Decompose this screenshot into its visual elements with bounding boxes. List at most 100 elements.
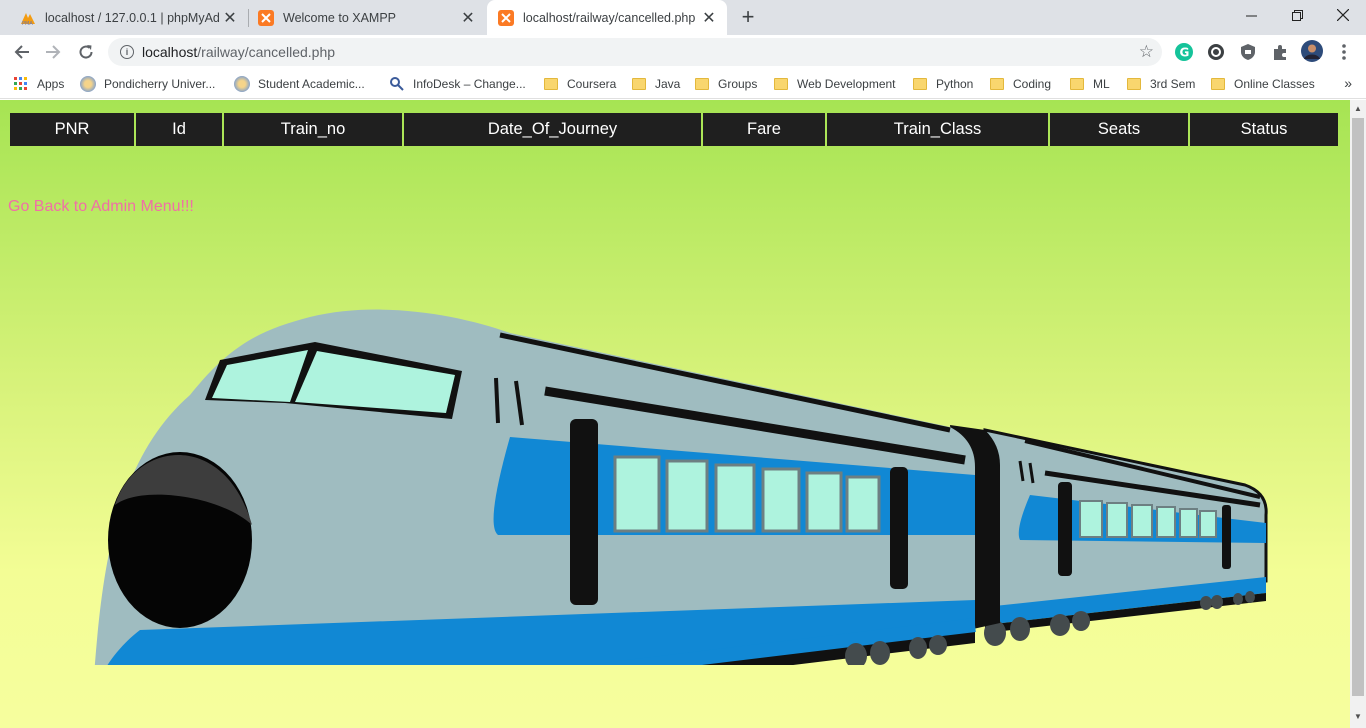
arrow-left-icon [14,45,29,59]
forward-button[interactable] [40,39,66,65]
bookmark-student-academic[interactable]: Student Academic... [234,75,365,93]
front-car [94,309,976,665]
university-icon [234,76,250,92]
reload-button[interactable] [73,39,99,65]
column-header-fare: Fare [703,113,825,146]
bookmark-label: Groups [718,77,758,91]
reload-icon [79,45,93,59]
folder-icon [632,78,646,90]
bookmark-coding[interactable]: Coding [990,75,1051,93]
train-illustration [94,309,1268,665]
tab-xampp[interactable]: Welcome to XAMPP ✕ [238,0,486,35]
arrow-right-icon [46,45,61,59]
grammarly-icon[interactable]: G [1175,43,1193,61]
tab-title: localhost/railway/cancelled.php [523,10,696,25]
bookmark-3rd-sem[interactable]: 3rd Sem [1127,75,1195,93]
minimize-icon [1245,15,1257,16]
bookmark-label: Web Development [797,77,896,91]
extension-icon[interactable] [1207,43,1225,61]
bookmark-label: Coursera [567,77,617,91]
bookmark-groups[interactable]: Groups [695,75,757,93]
url-path: /railway/cancelled.php [197,44,336,60]
bookmark-label: Java [655,77,681,91]
url-host: localhost [142,44,198,60]
folder-icon [1127,78,1141,90]
column-header-id: Id [136,113,222,146]
folder-icon [774,78,788,90]
close-icon [1337,9,1349,21]
close-window-button[interactable] [1320,0,1366,30]
bookmark-label: ML [1093,77,1110,91]
shield-icon[interactable] [1239,43,1257,61]
folder-icon [544,78,558,90]
restore-button[interactable] [1274,0,1320,30]
page-content: PNR Id Train_no Date_Of_Journey Fare Tra… [0,100,1350,728]
tab-cancelled[interactable]: localhost/railway/cancelled.php ✕ [487,0,727,35]
bookmark-infodesk[interactable]: InfoDesk – Change... [389,75,526,93]
bookmark-label: Pondicherry Univer... [104,77,216,91]
bookmarks-bar: Apps Pondicherry Univer... Student Acade… [0,69,1366,99]
table-header-row: PNR Id Train_no Date_Of_Journey Fare Tra… [10,113,1338,146]
close-icon[interactable]: ✕ [458,8,478,28]
column-header-train-no: Train_no [224,113,402,146]
menu-kebab-icon[interactable] [1335,43,1353,61]
rear-car [983,428,1268,646]
folder-icon [1211,78,1225,90]
bookmark-python[interactable]: Python [913,75,973,93]
bookmark-star-icon[interactable]: ☆ [1139,42,1154,62]
folder-icon [1070,78,1084,90]
bookmark-label: Student Academic... [258,77,365,91]
phpmyadmin-icon: PMA [21,12,35,26]
browser-toolbar: i localhost/railway/cancelled.php ☆ G [0,35,1366,69]
bookmark-label: 3rd Sem [1150,77,1196,91]
minimize-button[interactable] [1228,0,1274,30]
bookmark-java[interactable]: Java [632,75,680,93]
university-icon [80,76,96,92]
more-bookmarks-icon[interactable]: » [1344,75,1352,91]
address-bar[interactable]: i localhost/railway/cancelled.php ☆ [108,38,1162,66]
folder-icon [695,78,709,90]
tab-strip: PMA localhost / 127.0.0.1 | phpMyAdmin ✕… [0,0,1366,35]
bookmark-label: Python [936,77,974,91]
scroll-up-icon[interactable]: ▲ [1354,104,1362,113]
cancelled-tickets-table: PNR Id Train_no Date_Of_Journey Fare Tra… [8,111,1340,148]
tab-phpmyadmin[interactable]: PMA localhost / 127.0.0.1 | phpMyAdmin ✕ [0,0,248,35]
bookmark-apps[interactable]: Apps [14,75,64,93]
back-to-admin-menu-link[interactable]: Go Back to Admin Menu!!! [8,198,194,216]
bookmark-label: Online Classes [1234,77,1315,91]
column-header-seats: Seats [1050,113,1188,146]
bookmark-label: Coding [1013,77,1052,91]
url-text: localhost/railway/cancelled.php [142,44,335,60]
xampp-icon [258,9,274,26]
bookmark-label: InfoDesk – Change... [413,77,526,91]
tab-title: localhost / 127.0.0.1 | phpMyAdmin [45,10,220,25]
info-icon[interactable]: i [120,45,134,59]
close-icon[interactable]: ✕ [699,8,719,28]
bookmark-ml[interactable]: ML [1070,75,1110,93]
folder-icon [990,78,1004,90]
column-header-pnr: PNR [10,113,134,146]
vertical-scrollbar[interactable]: ▲ ▼ [1350,100,1366,728]
bookmark-online-classes[interactable]: Online Classes [1211,75,1315,93]
new-tab-button[interactable]: + [736,4,760,29]
bookmark-web-development[interactable]: Web Development [774,75,896,93]
svg-text:G: G [1180,46,1190,60]
scroll-down-icon[interactable]: ▼ [1354,712,1362,721]
bookmark-label: Apps [37,77,65,91]
bookmark-pondicherry[interactable]: Pondicherry Univer... [80,75,215,93]
back-button[interactable] [9,39,35,65]
svg-text:PMA: PMA [22,21,33,26]
close-icon[interactable]: ✕ [220,8,240,28]
folder-icon [913,78,927,90]
apps-grid-icon [14,77,27,90]
avatar[interactable] [1301,40,1323,62]
puzzle-icon[interactable] [1271,43,1289,61]
column-header-date-of-journey: Date_Of_Journey [404,113,701,146]
bookmark-coursera[interactable]: Coursera [544,75,616,93]
tab-title: Welcome to XAMPP [283,10,397,25]
scrollbar-thumb[interactable] [1352,118,1364,696]
restore-icon [1291,9,1303,21]
column-header-train-class: Train_Class [827,113,1048,146]
infodesk-icon [390,77,404,91]
column-header-status: Status [1190,113,1338,146]
